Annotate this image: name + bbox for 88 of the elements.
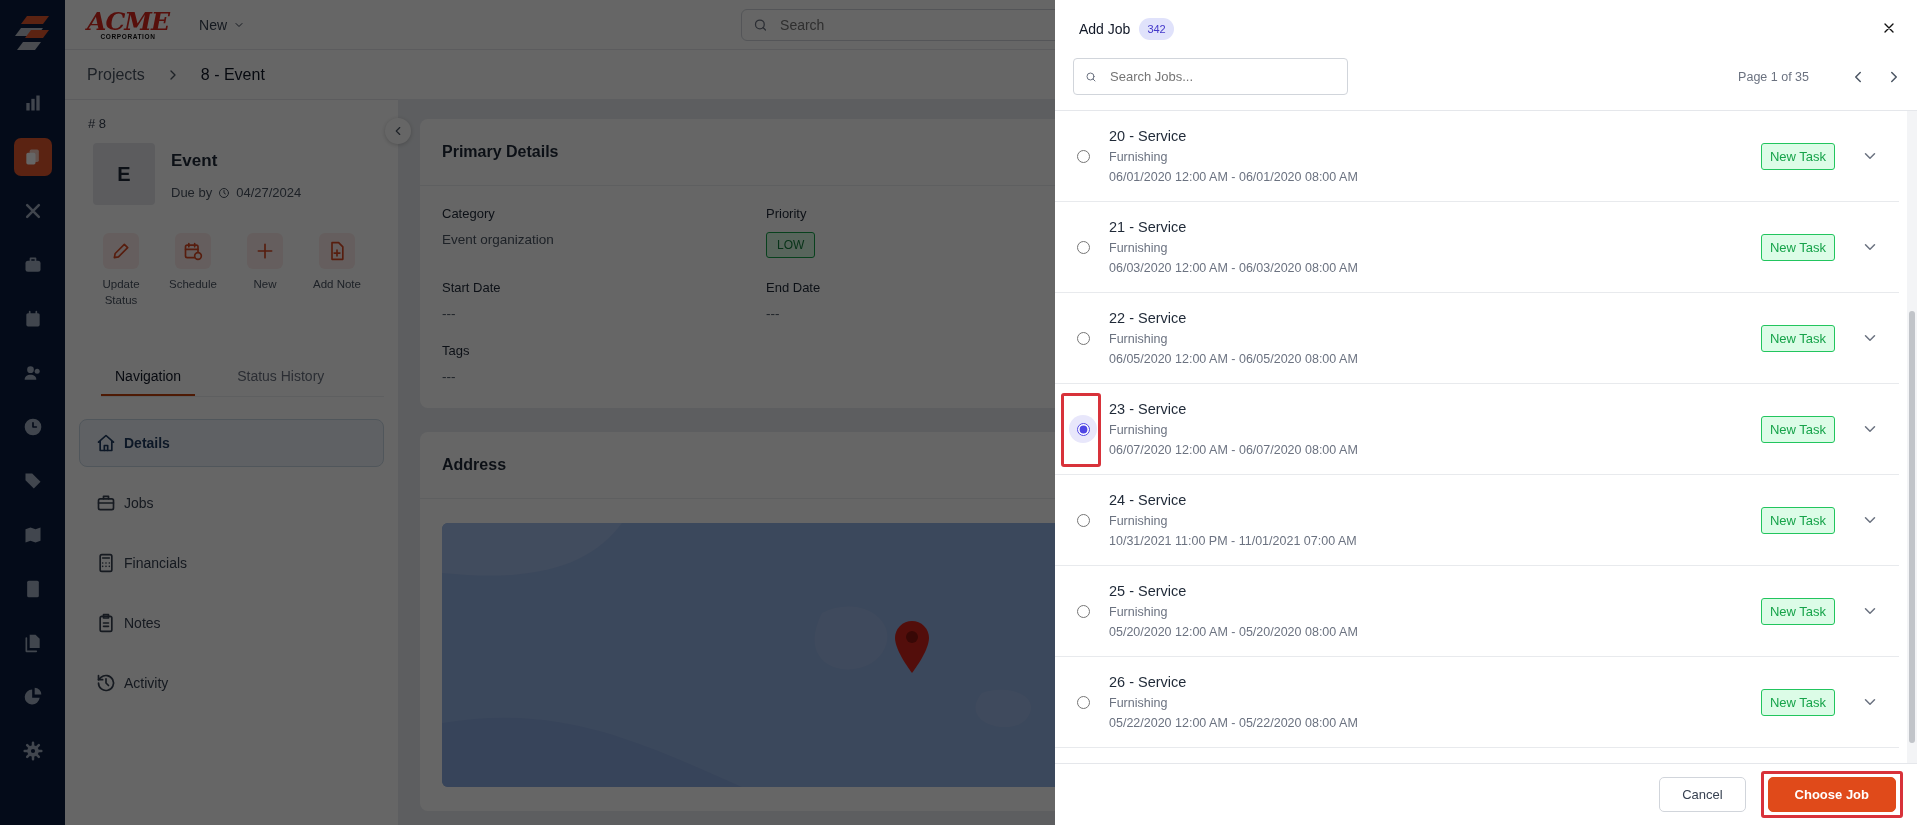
job-title: 20 - Service (1109, 128, 1188, 144)
job-title: 26 - Service (1109, 674, 1188, 690)
job-dates: 05/20/2020 12:00 AM - 05/20/2020 08:00 AM (1109, 625, 1359, 639)
radio-button[interactable] (1076, 240, 1090, 254)
calendar-clock-icon (183, 241, 203, 261)
status-badge: New Task (1760, 233, 1835, 261)
job-dates: 10/31/2021 11:00 PM - 11/01/2021 07:00 AM (1109, 534, 1358, 548)
field-value: --- (766, 306, 781, 321)
job-category: Furnishing (1109, 150, 1169, 164)
radio-button[interactable] (1076, 695, 1090, 709)
nav-item[interactable]: Jobs (79, 479, 384, 528)
page-indicator: Page 1 of 35 (1738, 69, 1809, 84)
home-icon (96, 433, 116, 454)
radio-button[interactable] (1076, 422, 1090, 436)
job-title: 25 - Service (1109, 583, 1188, 599)
card-title: Address (442, 456, 507, 473)
priority-badge: LOW (766, 232, 816, 258)
job-category: Furnishing (1109, 423, 1169, 437)
pencil-icon (111, 241, 131, 261)
field-value: --- (442, 369, 457, 384)
map-icon (22, 525, 43, 545)
cancel-button[interactable]: Cancel (1659, 777, 1746, 812)
status-badge: New Task (1760, 142, 1835, 170)
modal-title: Add Job (1079, 21, 1131, 37)
job-dates: 06/05/2020 12:00 AM - 06/05/2020 08:00 AM (1109, 352, 1359, 366)
clipboard-icon (96, 613, 116, 634)
status-badge: New Task (1760, 597, 1835, 625)
field-value: Event organization (442, 232, 555, 247)
breadcrumb-current: 8 - Event (200, 65, 265, 84)
job-dates: 06/03/2020 12:00 AM - 06/03/2020 08:00 AM (1109, 261, 1359, 275)
history-icon (96, 673, 116, 694)
field-label: End Date (766, 280, 822, 295)
choose-job-button[interactable]: Choose Job (1767, 777, 1896, 812)
field-label: Start Date (442, 280, 502, 295)
job-category: Furnishing (1109, 332, 1169, 346)
job-category: Furnishing (1109, 696, 1169, 710)
job-category: Furnishing (1109, 514, 1169, 528)
nav-item[interactable]: Financials (79, 539, 384, 588)
nav-item[interactable]: Notes (79, 599, 384, 648)
job-dates: 06/07/2020 12:00 AM - 06/07/2020 08:00 AM (1109, 443, 1359, 457)
job-title: 22 - Service (1109, 310, 1188, 326)
job-dates: 06/01/2020 12:00 AM - 06/01/2020 08:00 AM (1109, 170, 1359, 184)
tab[interactable]: Navigation (101, 368, 196, 397)
action-button[interactable]: Update Status (85, 233, 157, 309)
users-icon (22, 363, 43, 383)
job-dates: 05/22/2020 12:00 AM - 05/22/2020 08:00 AM (1109, 716, 1359, 730)
job-title: 24 - Service (1109, 492, 1188, 508)
nav-item[interactable]: Details (79, 419, 384, 468)
due-label: Due by (171, 185, 213, 200)
tab[interactable]: Status History (223, 368, 339, 397)
project-avatar: E (93, 143, 155, 205)
field-label: Category (442, 206, 496, 221)
due-date: 04/27/2024 (236, 185, 302, 200)
action-button[interactable]: Add Note (301, 233, 373, 309)
clock-icon (22, 417, 43, 437)
scrollbar[interactable] (1907, 111, 1917, 763)
field-label: Priority (766, 206, 808, 221)
job-category: Furnishing (1109, 605, 1169, 619)
nav-item[interactable]: Activity (79, 659, 384, 708)
sidebar-item[interactable] (13, 138, 52, 176)
field-value: --- (442, 306, 457, 321)
plus-icon (255, 241, 275, 261)
briefcase-icon (96, 493, 116, 514)
clock-icon (218, 186, 231, 199)
status-badge: New Task (1760, 324, 1835, 352)
count-badge: 342 (1139, 18, 1174, 40)
search-field[interactable]: Search Jobs... (1073, 58, 1348, 95)
card-title: Primary Details (442, 143, 559, 160)
breadcrumb-link[interactable]: Projects (87, 65, 145, 84)
action-button[interactable]: New (229, 233, 301, 309)
project-title: Event (171, 151, 219, 171)
new-menu[interactable]: New (193, 15, 252, 34)
radio-button[interactable] (1076, 149, 1090, 163)
company-logo: ACME (87, 8, 170, 34)
project-number: # 8 (88, 116, 108, 131)
status-badge: New Task (1760, 506, 1835, 534)
status-badge: New Task (1760, 415, 1835, 443)
radio-button[interactable] (1076, 331, 1090, 345)
action-button[interactable]: Schedule (157, 233, 229, 309)
job-title: 23 - Service (1109, 401, 1188, 417)
pie-chart-icon (22, 687, 43, 707)
field-label: Tags (442, 343, 471, 358)
settings-icon (22, 741, 43, 761)
job-category: Furnishing (1109, 241, 1169, 255)
radio-button[interactable] (1076, 513, 1090, 527)
radio-button[interactable] (1076, 604, 1090, 618)
status-badge: New Task (1760, 688, 1835, 716)
job-title: 21 - Service (1109, 219, 1188, 235)
